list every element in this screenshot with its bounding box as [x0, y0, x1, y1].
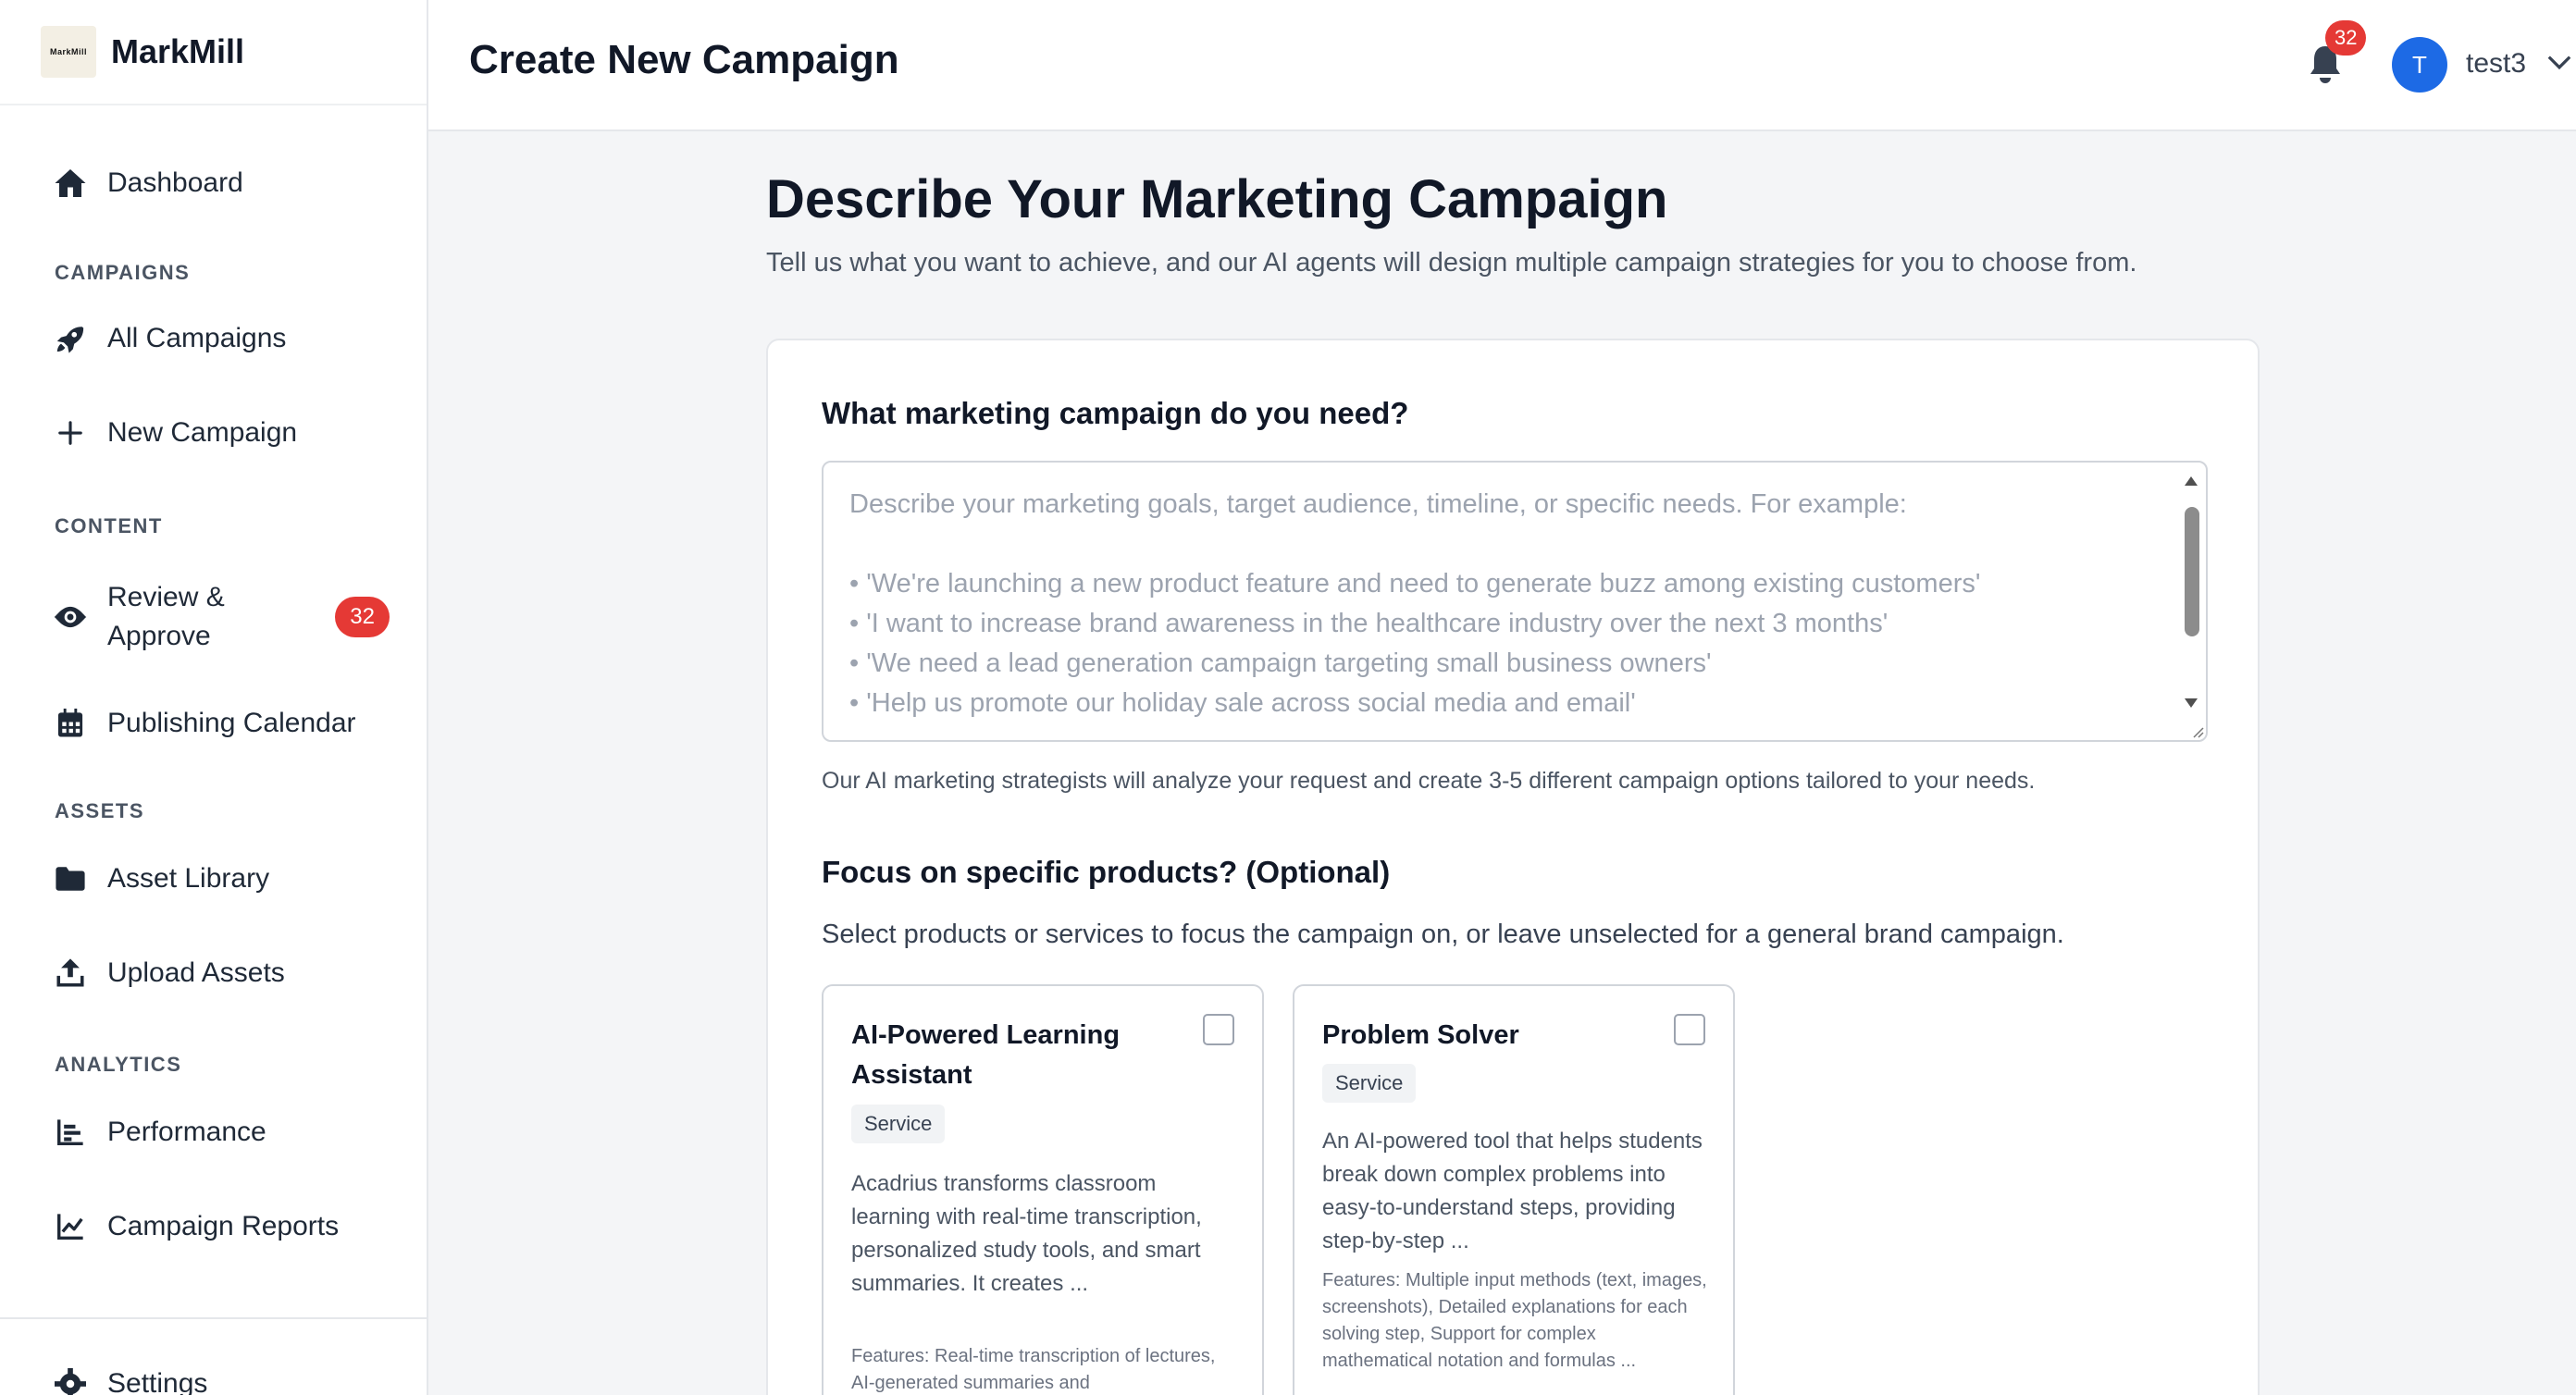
- sidebar-item-upload-assets[interactable]: Upload Assets: [52, 955, 390, 992]
- line-chart-icon: [52, 1208, 89, 1245]
- product-features: Features: Real-time transcription of lec…: [851, 1346, 1216, 1393]
- product-card[interactable]: AI-Powered Learning Assistant Service Ac…: [822, 984, 1264, 1395]
- sidebar-item-label: Upload Assets: [107, 957, 285, 988]
- sidebar-item-publishing-calendar[interactable]: Publishing Calendar: [52, 705, 390, 742]
- product-description: Acadrius transforms classroom learning w…: [851, 1171, 1202, 1296]
- top-header: Create New Campaign 32 T test3: [428, 0, 2576, 131]
- review-label-line1: Review &: [107, 582, 225, 612]
- brand-name: MarkMill: [111, 32, 245, 70]
- product-type-tag: Service: [851, 1105, 946, 1143]
- username[interactable]: test3: [2466, 48, 2526, 80]
- sidebar-divider: [0, 1317, 427, 1319]
- textarea-scrollbar[interactable]: [2182, 475, 2200, 722]
- notification-badge: 32: [2325, 20, 2367, 56]
- bar-chart-icon: [52, 1114, 89, 1151]
- sidebar-item-label: All Campaigns: [107, 323, 287, 353]
- sidebar-item-campaign-reports[interactable]: Campaign Reports: [52, 1208, 390, 1245]
- sidebar-item-label: Dashboard: [107, 167, 243, 198]
- sidebar-item-review-approve[interactable]: Review & Approve 32: [52, 575, 390, 659]
- campaign-description-input[interactable]: Describe your marketing goals, target au…: [822, 461, 2208, 742]
- scroll-up-icon[interactable]: [2184, 475, 2198, 487]
- brand-logo: MarkMill: [41, 26, 96, 78]
- folder-icon: [52, 860, 89, 897]
- product-description: An AI-powered tool that helps students b…: [1322, 1129, 1703, 1253]
- products-label: Focus on specific products? (Optional): [822, 855, 1391, 889]
- section-analytics: ANALYTICS: [55, 1053, 182, 1076]
- placeholder-line: • 'We need a lead generation campaign ta…: [849, 648, 1712, 678]
- product-type-tag: Service: [1322, 1064, 1417, 1103]
- upload-icon: [52, 955, 89, 992]
- calendar-icon: [52, 705, 89, 742]
- app: MarkMill MarkMill Dashboard CAMPAIGNS Al…: [0, 0, 2576, 1395]
- placeholder-line: Describe your marketing goals, target au…: [849, 489, 1907, 519]
- placeholder-line: • 'We're launching a new product feature…: [849, 569, 1981, 599]
- sidebar-item-label: Review & Approve: [107, 578, 225, 656]
- gear-icon: [52, 1365, 89, 1395]
- sidebar-item-label: Settings: [107, 1368, 208, 1395]
- eye-icon: [52, 599, 89, 636]
- scroll-thumb[interactable]: [2185, 507, 2199, 636]
- placeholder-line: • 'Help us promote our holiday sale acro…: [849, 688, 1636, 718]
- section-campaigns: CAMPAIGNS: [55, 261, 191, 284]
- product-card[interactable]: Problem Solver Service An AI-powered too…: [1293, 984, 1735, 1395]
- product-title: Problem Solver: [1322, 1020, 1519, 1050]
- product-checkbox[interactable]: [1203, 1014, 1234, 1045]
- sidebar-item-new-campaign[interactable]: New Campaign: [52, 414, 390, 451]
- page-title: Create New Campaign: [469, 37, 899, 82]
- resize-handle-icon[interactable]: [2189, 723, 2204, 738]
- chevron-down-icon[interactable]: [2547, 56, 2571, 75]
- campaign-need-label: What marketing campaign do you need?: [822, 396, 1409, 430]
- textarea-placeholder: Describe your marketing goals, target au…: [849, 485, 2180, 723]
- main-subtitle: Tell us what you want to achieve, and ou…: [766, 248, 2137, 278]
- sidebar-item-label: Asset Library: [107, 863, 270, 894]
- sidebar-item-dashboard[interactable]: Dashboard: [52, 165, 390, 202]
- helper-text: Our AI marketing strategists will analyz…: [822, 768, 2036, 794]
- sidebar-item-settings[interactable]: Settings: [52, 1365, 390, 1395]
- sidebar-item-label: New Campaign: [107, 417, 298, 448]
- home-icon: [52, 165, 89, 202]
- sidebar-item-asset-library[interactable]: Asset Library: [52, 860, 390, 897]
- campaign-form-card: What marketing campaign do you need? Des…: [766, 339, 2260, 1395]
- placeholder-line: [849, 525, 2180, 564]
- brand-logo-text: MarkMill: [49, 47, 87, 56]
- sidebar: MarkMill MarkMill Dashboard CAMPAIGNS Al…: [0, 0, 428, 1395]
- sidebar-item-label: Performance: [107, 1117, 266, 1147]
- placeholder-line: • 'I want to increase brand awareness in…: [849, 609, 1889, 638]
- section-content: CONTENT: [55, 514, 163, 537]
- avatar[interactable]: T: [2392, 37, 2447, 93]
- section-assets: ASSETS: [55, 799, 145, 822]
- product-features: Features: Multiple input methods (text, …: [1322, 1270, 1707, 1371]
- main-title: Describe Your Marketing Campaign: [766, 169, 1668, 229]
- sidebar-item-performance[interactable]: Performance: [52, 1114, 390, 1151]
- product-title: AI-Powered Learning Assistant: [851, 1020, 1121, 1090]
- review-label-line2: Approve: [107, 621, 211, 651]
- brand[interactable]: MarkMill MarkMill: [0, 0, 427, 105]
- scroll-down-icon[interactable]: [2184, 698, 2198, 709]
- sidebar-item-all-campaigns[interactable]: All Campaigns: [52, 320, 390, 357]
- product-checkbox[interactable]: [1674, 1014, 1705, 1045]
- products-subtitle: Select products or services to focus the…: [822, 920, 2064, 949]
- avatar-initial: T: [2412, 50, 2427, 79]
- sidebar-item-label: Campaign Reports: [107, 1211, 340, 1241]
- review-count-badge: 32: [335, 597, 390, 637]
- sidebar-item-label: Publishing Calendar: [107, 708, 356, 738]
- rocket-icon: [52, 320, 89, 357]
- plus-icon: [52, 414, 89, 451]
